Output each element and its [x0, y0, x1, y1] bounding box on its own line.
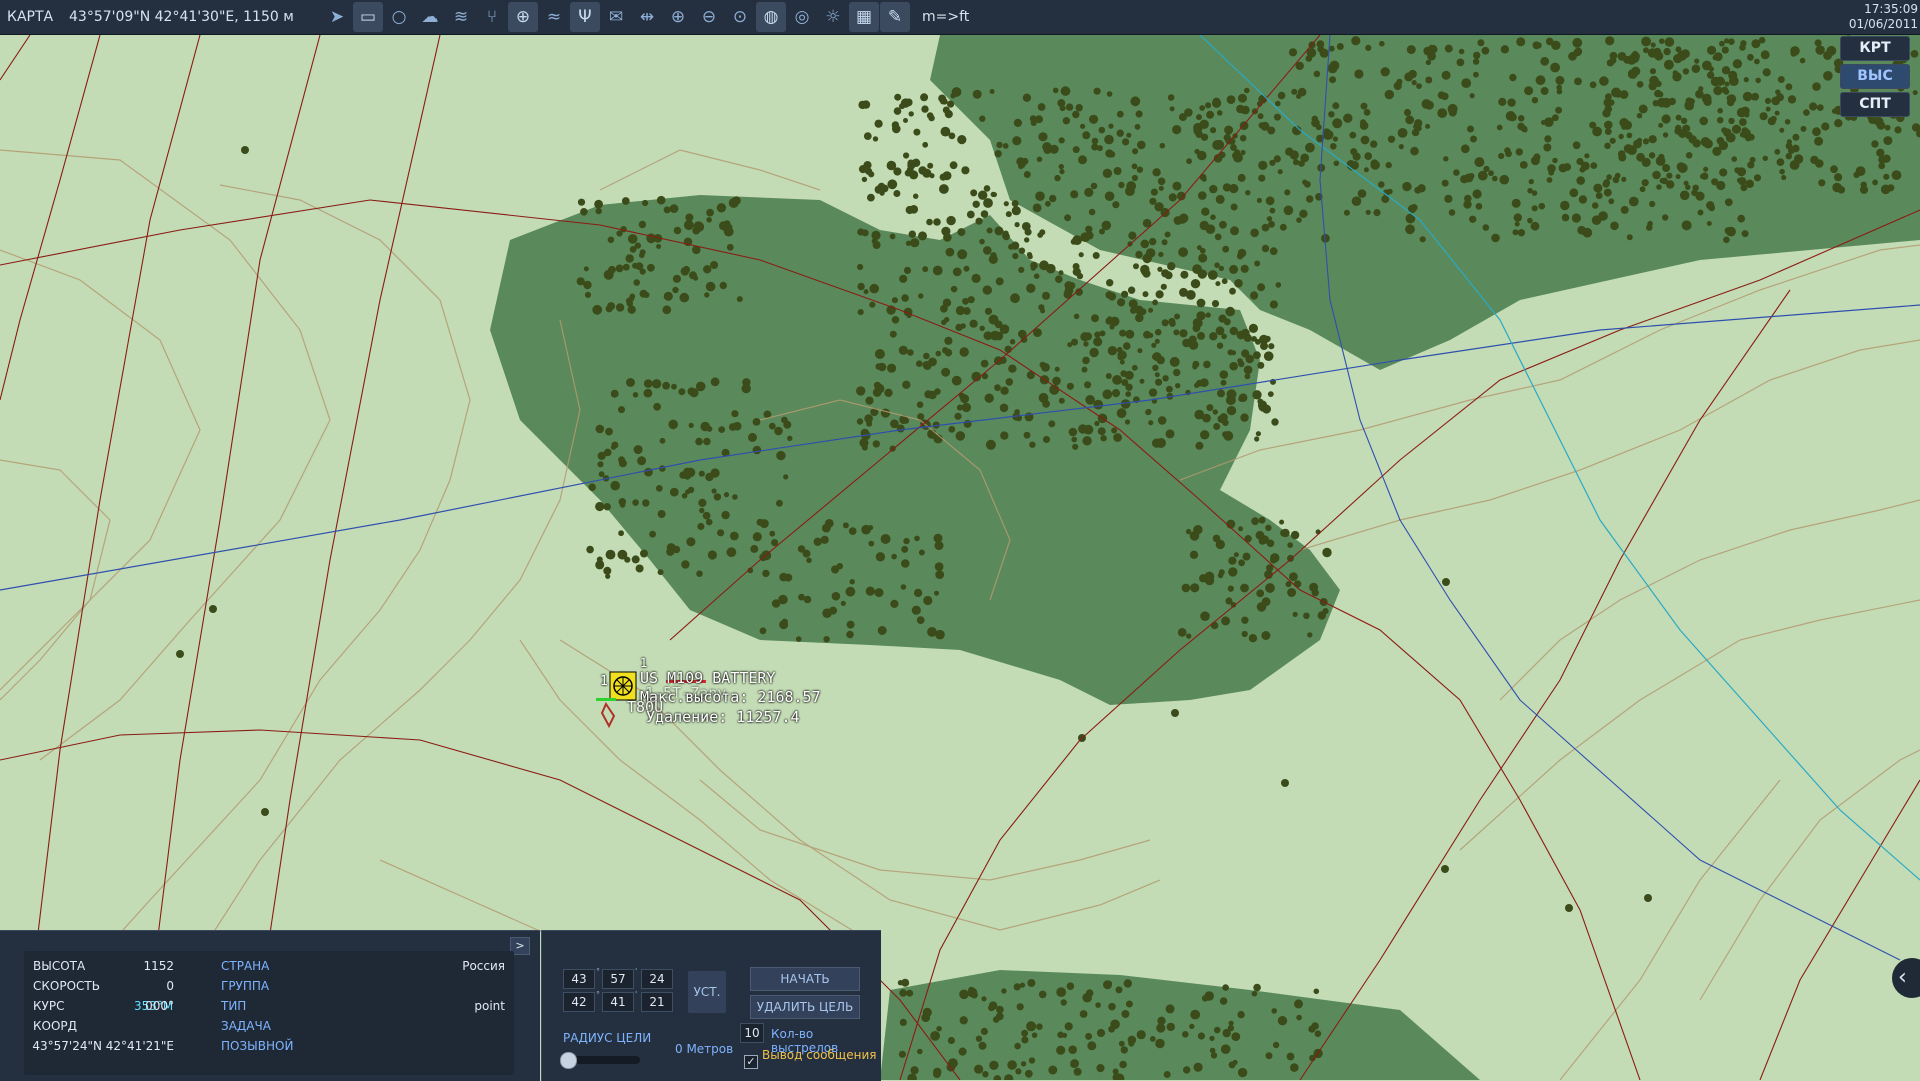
top-toolbar: КАРТА 43°57'09"N 42°41'30"E, 1150 м ➤ ▭ …	[0, 0, 1920, 35]
heading-label: КУРС	[33, 999, 65, 1013]
crosshair-icon[interactable]: ⊕	[508, 2, 538, 32]
send-icon[interactable]: ➤	[322, 2, 352, 32]
chevron-left-icon: ‹	[1898, 965, 1907, 990]
route-icon[interactable]: ⑂	[477, 2, 507, 32]
coords-value: 43°57'24"N 42°41'21"E	[32, 1039, 174, 1053]
country-label: СТРАНА	[221, 959, 270, 973]
message-output-label: Вывод сообщения	[762, 1048, 877, 1062]
zoom-fit-icon[interactable]: ⊙	[725, 2, 755, 32]
target-icon[interactable]: ◎	[787, 2, 817, 32]
type-value: point	[474, 999, 505, 1013]
wind-icon[interactable]: ≋	[446, 2, 476, 32]
shots-count-field[interactable]: 10	[740, 1023, 764, 1043]
country-value: Россия	[462, 959, 505, 973]
map-mode-krt-button[interactable]: КРТ	[1840, 36, 1910, 61]
radius-label: РАДИУС ЦЕЛИ	[563, 1031, 652, 1045]
lon-sec-field[interactable]: 21	[641, 992, 673, 1012]
unit-max-height: Макс.высота: 2168.57	[640, 688, 821, 706]
checkmark-icon: ✓	[746, 1055, 756, 1068]
marker-num-left: 1	[600, 674, 608, 689]
units-toggle[interactable]: m=>ft	[922, 9, 969, 25]
terrain-map[interactable]	[0, 35, 1920, 1080]
message-output-checkbox[interactable]: ✓	[744, 1055, 758, 1069]
lat-deg-field[interactable]: 43	[563, 969, 595, 989]
group-label: ГРУППА	[221, 979, 270, 993]
delete-target-button[interactable]: УДАЛИТЬ ЦЕЛЬ	[750, 995, 860, 1019]
grid-icon[interactable]: ▦	[849, 2, 879, 32]
type-label: ТИП	[221, 999, 247, 1013]
clock: 17:35:09 01/06/2011	[1849, 2, 1918, 32]
speed-label: СКОРОСТЬ	[33, 979, 100, 993]
unit-info-table: ВЫСОТА 1152 СКОРОСТЬ 0 КУРС 353°М 000° К…	[24, 951, 514, 1075]
circle-icon[interactable]: ○	[384, 2, 414, 32]
split-icon[interactable]: ⇹	[632, 2, 662, 32]
globe-icon[interactable]: ◍	[756, 2, 786, 32]
radius-slider[interactable]	[560, 1052, 640, 1069]
toolbar-icons: ➤ ▭ ○ ☁ ≋ ⑂ ⊕ ≈ Ψ ✉ ⇹ ⊕ ⊖ ⊙ ◍ ◎ ☼ ▦ ✎	[322, 2, 910, 32]
artillery-fire-panel: 43 ° 57 ' 24 42 ° 41 ' 21 УСТ. НАЧАТЬ СТ…	[541, 930, 881, 1081]
lon-min-field[interactable]: 41	[602, 992, 634, 1012]
clock-date: 01/06/2011	[1848, 17, 1918, 31]
cursor-coords: 43°57'09"N 42°41'30"E, 1150 м	[69, 9, 294, 25]
set-coords-button[interactable]: УСТ.	[688, 971, 726, 1013]
altitude-value: 1152	[143, 959, 174, 973]
unit-distance: Удаление: 11257.4	[646, 708, 800, 726]
signal-icon[interactable]: ≈	[539, 2, 569, 32]
antenna-icon[interactable]: Ψ	[570, 2, 600, 32]
map-mode-spt-button[interactable]: СПТ	[1840, 92, 1910, 117]
speed-value: 0	[166, 979, 174, 993]
lon-deg-field[interactable]: 42	[563, 992, 595, 1012]
app-title: КАРТА	[7, 9, 54, 25]
task-label: ЗАДАЧА	[221, 1019, 271, 1033]
map-mode-vys-button[interactable]: ВЫС	[1840, 64, 1910, 89]
lat-min-field[interactable]: 57	[602, 969, 634, 989]
altitude-label: ВЫСОТА	[33, 959, 86, 973]
heading-true-value: 000°	[145, 999, 174, 1013]
callsign-label: ПОЗЫВНОЙ	[221, 1039, 294, 1053]
radius-slider-knob[interactable]	[560, 1052, 577, 1069]
message-icon[interactable]: ✉	[601, 2, 631, 32]
zoom-in-icon[interactable]: ⊕	[663, 2, 693, 32]
pen-icon[interactable]: ✎	[880, 2, 910, 32]
clouds-icon[interactable]: ☁	[415, 2, 445, 32]
sun-icon[interactable]: ☼	[818, 2, 848, 32]
coords-label: КООРД	[33, 1019, 78, 1033]
unit-info-panel: > ВЫСОТА 1152 СКОРОСТЬ 0 КУРС 353°М 000°…	[0, 930, 540, 1081]
radius-value: 0 Метров	[675, 1042, 734, 1056]
zoom-out-icon[interactable]: ⊖	[694, 2, 724, 32]
marker-num-top: 1	[640, 656, 648, 670]
clock-time: 17:35:09	[1864, 2, 1918, 16]
lat-sec-field[interactable]: 24	[641, 969, 673, 989]
ruler-icon[interactable]: ▭	[353, 2, 383, 32]
start-fire-button[interactable]: НАЧАТЬ СТРЕЛЬБУ	[750, 967, 860, 1008]
